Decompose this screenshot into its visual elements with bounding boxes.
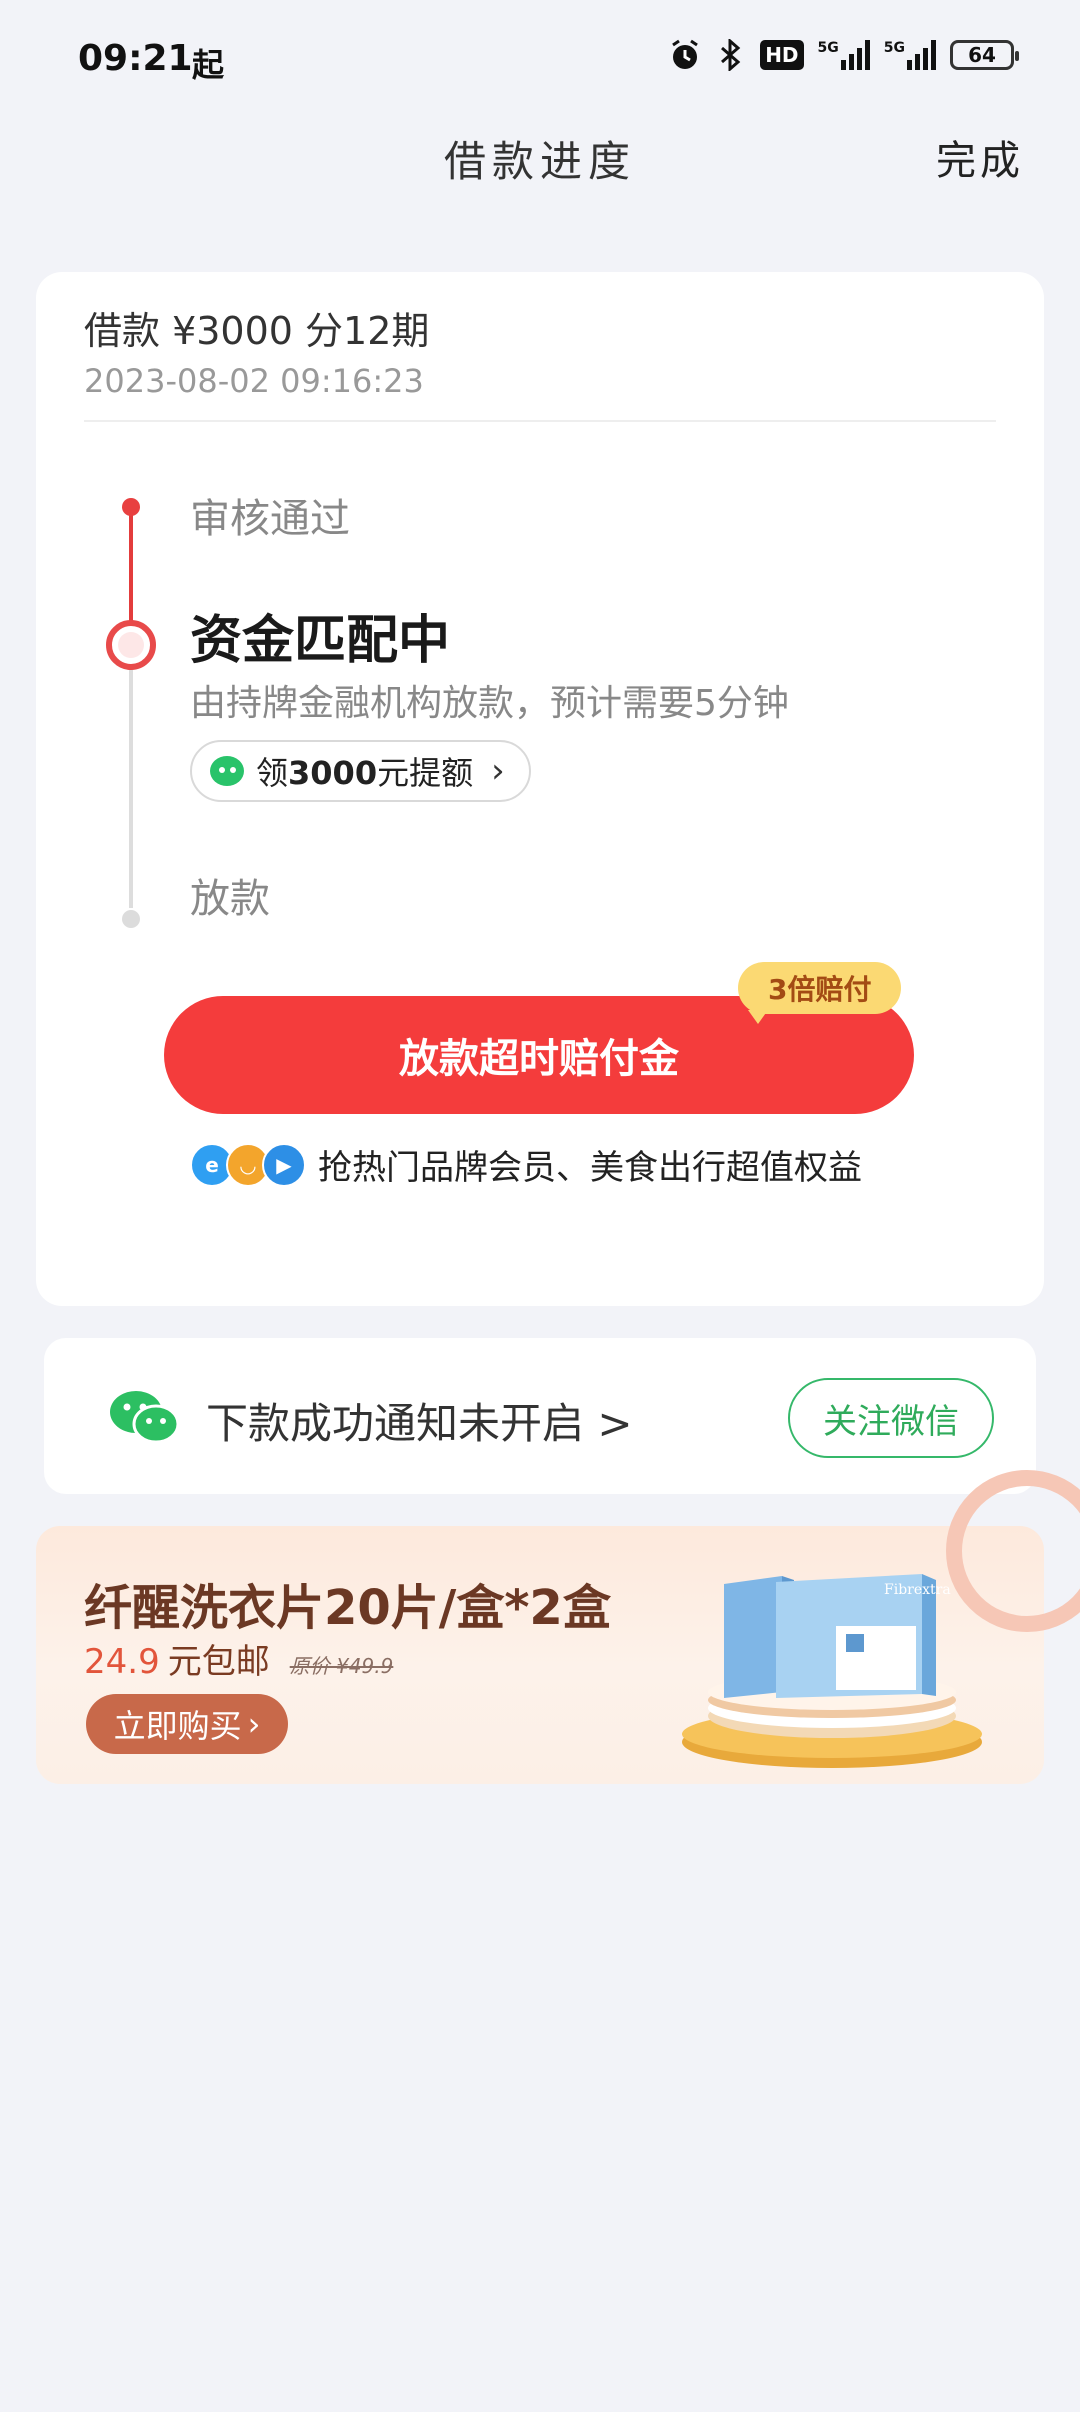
timeline-dot-current (106, 620, 156, 670)
ad-original-price: 原价 ¥49.9 (289, 1654, 394, 1678)
hd-icon: HD (760, 40, 804, 70)
step-fund-matching-desc: 由持牌金融机构放款，预计需要5分钟 (190, 683, 789, 724)
buy-now-button[interactable]: 立即购买 › (86, 1694, 288, 1754)
status-icons: HD 5G 5G 64 (668, 38, 1019, 72)
timeline-line-pending (129, 668, 133, 908)
credit-pill-label: 领3000元提额 (256, 754, 474, 792)
page-title: 借款进度 (443, 137, 636, 186)
wechat-icon (210, 756, 244, 786)
timeline-dot-pending (122, 910, 140, 928)
signal-5g-icon: 5G (818, 40, 870, 70)
status-time: 09:21 (78, 38, 193, 79)
wechat-icon-large (110, 1391, 180, 1444)
video-icon: ▶ (262, 1142, 306, 1187)
loan-timestamp: 2023-08-02 09:16:23 (84, 362, 424, 400)
ad-price-value: 24.9 (84, 1642, 160, 1682)
product-image: Fibrextra (682, 1574, 982, 1768)
perks-row[interactable]: e ◡ ▶ 抢热门品牌会员、美食出行超值权益 (190, 1140, 862, 1189)
perk-icons: e ◡ ▶ (190, 1142, 306, 1187)
ad-price: 24.9 元包邮 原价 ¥49.9 (84, 1634, 393, 1683)
done-button[interactable]: 完成 (936, 128, 1024, 186)
chevron-right-icon: › (247, 1705, 261, 1743)
net-label-2: 5G (883, 40, 905, 56)
battery-icon: 64 (950, 40, 1019, 70)
step-review-passed: 审核通过 (190, 496, 350, 542)
status-extra-glyph: 起 (192, 46, 225, 84)
net-label-1: 5G (817, 40, 839, 56)
follow-wechat-button[interactable]: 关注微信 (788, 1378, 994, 1458)
divider (84, 420, 996, 422)
timeline-line-done (129, 508, 133, 624)
compensation-badge: 3倍赔付 (738, 962, 902, 1024)
ad-price-suffix: 元包邮 (167, 1642, 270, 1682)
timeline-dot-done (122, 498, 140, 516)
product-brand: Fibrextra (884, 1582, 951, 1598)
notification-status-link[interactable]: 下款成功通知未开启 > (206, 1390, 633, 1451)
perks-text: 抢热门品牌会员、美食出行超值权益 (318, 1148, 862, 1188)
step-disbursement: 放款 (190, 876, 270, 922)
alarm-icon (668, 38, 702, 72)
ad-title: 纤醒洗衣片20片/盒*2盒 (84, 1580, 611, 1636)
bluetooth-icon (716, 39, 746, 71)
credit-increase-button[interactable]: 领3000元提额 › (190, 740, 531, 802)
buy-now-label: 立即购买 (113, 1707, 242, 1745)
chevron-right-icon: › (491, 751, 505, 791)
signal-5g-icon-2: 5G (884, 40, 936, 70)
loan-summary: 借款 ¥3000 分12期 (84, 309, 430, 353)
step-fund-matching: 资金匹配中 (190, 611, 451, 671)
